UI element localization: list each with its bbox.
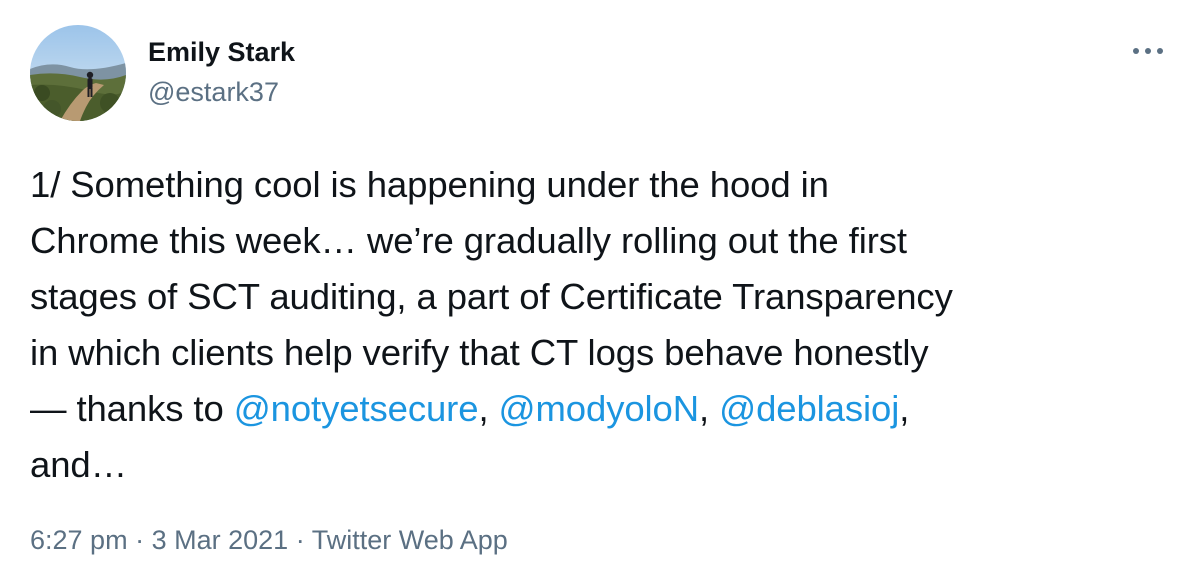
tweet-metadata: 6:27 pm · 3 Mar 2021 · Twitter Web App	[30, 522, 508, 558]
tweet-text-line: and…	[30, 437, 1170, 493]
author-display-name[interactable]: Emily Stark	[148, 34, 295, 70]
tweet-text-segment: in which clients help verify that CT log…	[30, 332, 929, 373]
mention-link[interactable]: @notyetsecure	[234, 388, 479, 429]
more-horizontal-icon	[1133, 48, 1163, 54]
mention-link[interactable]: @modyoloN	[499, 388, 700, 429]
tweet-text-segment: stages of SCT auditing, a part of Certif…	[30, 276, 953, 317]
tweet-text-line: in which clients help verify that CT log…	[30, 325, 1170, 381]
tweet-date[interactable]: 3 Mar 2021	[152, 525, 289, 555]
tweet-text-segment: ,	[699, 388, 720, 429]
tweet-source[interactable]: Twitter Web App	[312, 525, 508, 555]
tweet-time[interactable]: 6:27 pm	[30, 525, 128, 555]
meta-separator: ·	[135, 525, 152, 555]
meta-separator: ·	[295, 525, 312, 555]
tweet-text-segment: ,	[899, 388, 910, 429]
tweet-text-line: Chrome this week… we’re gradually rollin…	[30, 213, 1170, 269]
more-options-button[interactable]	[1128, 36, 1168, 66]
tweet-text-line: 1/ Something cool is happening under the…	[30, 157, 1170, 213]
author-handle[interactable]: @estark37	[148, 74, 295, 110]
tweet-text-segment: and…	[30, 444, 127, 485]
tweet-text-segment: — thanks to	[30, 388, 234, 429]
tweet-text: 1/ Something cool is happening under the…	[30, 157, 1170, 493]
avatar-photo	[30, 25, 126, 121]
tweet-text-segment: ,	[478, 388, 499, 429]
tweet-card: Emily Stark @estark37 1/ Something cool …	[0, 0, 1190, 582]
author-info: Emily Stark @estark37	[148, 34, 295, 110]
avatar[interactable]	[30, 25, 126, 121]
tweet-text-segment: Chrome this week… we’re gradually rollin…	[30, 220, 907, 261]
tweet-text-segment: 1/ Something cool is happening under the…	[30, 164, 829, 205]
mention-link[interactable]: @deblasioj	[719, 388, 899, 429]
tweet-text-line: stages of SCT auditing, a part of Certif…	[30, 269, 1170, 325]
tweet-text-line: — thanks to @notyetsecure, @modyoloN, @d…	[30, 381, 1170, 437]
